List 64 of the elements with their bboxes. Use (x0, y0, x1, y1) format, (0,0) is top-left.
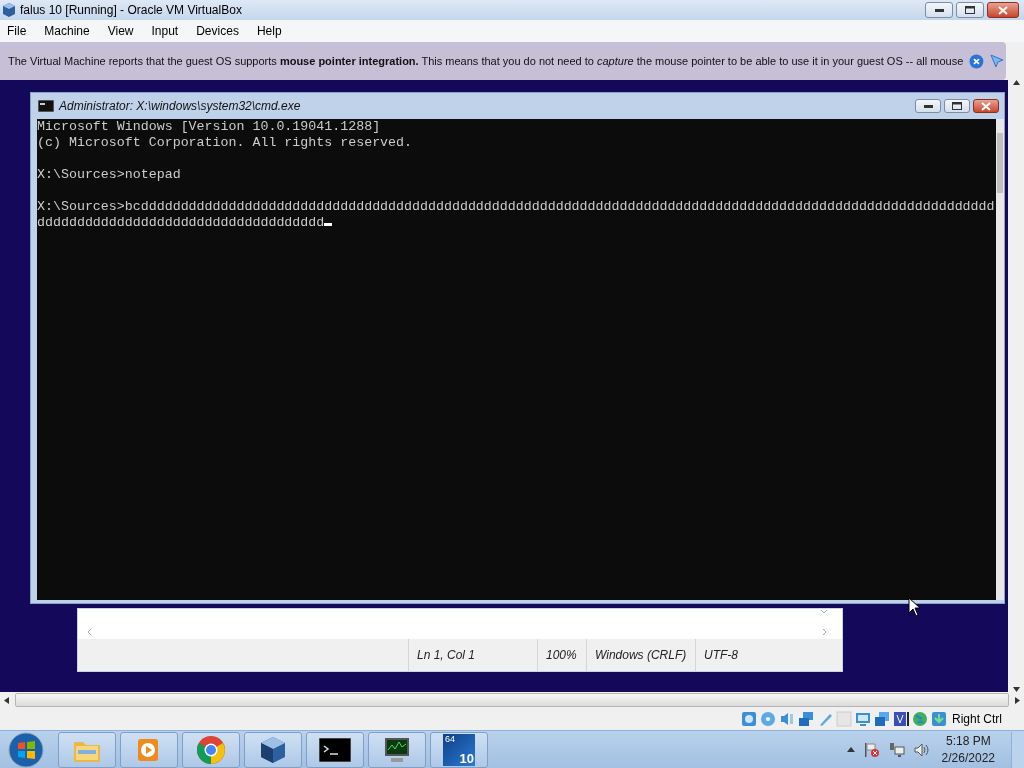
taskbar-button[interactable] (306, 731, 364, 768)
globe-icon[interactable] (912, 711, 928, 727)
menu-item[interactable]: View (102, 22, 139, 40)
icon-label: 64 (445, 733, 455, 744)
taskbar-button[interactable] (368, 731, 426, 768)
status-text: UTF-8 (704, 648, 738, 662)
speaker-icon[interactable] (913, 741, 930, 758)
minimize-button[interactable] (915, 99, 941, 113)
arrow-right-icon[interactable] (1015, 696, 1020, 704)
console-line: X:\Sources>bcddddddddddddddddddddddddddddddddddddddddddddddddddddddddddddddddddddddddddddddddddddddddddddddddddddddddddddddddddddddddddddddddddddddddddddddd (37, 199, 995, 231)
minimize-icon (934, 8, 944, 12)
menu-item[interactable]: File (2, 22, 32, 40)
cube-icon (259, 734, 287, 765)
status-text: Ln 1, Col 1 (417, 648, 476, 662)
maximize-icon (952, 102, 962, 110)
close-button[interactable] (987, 2, 1019, 18)
cube-icon (1, 2, 17, 18)
terminal-icon (38, 100, 54, 112)
arrow-left-icon[interactable] (4, 696, 9, 704)
network-icon[interactable] (798, 711, 814, 727)
browser-icon (196, 734, 226, 765)
clock-date: 2/26/2022 (941, 749, 995, 767)
console-line: (c) Microsoft Corporation. All rights reserved. (37, 135, 414, 151)
close-button[interactable] (973, 99, 999, 113)
start-button[interactable] (8, 731, 44, 768)
scrollbar[interactable] (996, 119, 1004, 600)
minimize-icon (923, 104, 933, 108)
windows-icon[interactable] (874, 711, 890, 727)
maximize-button[interactable] (944, 99, 970, 113)
maximize-button[interactable] (956, 2, 984, 18)
menu-item[interactable]: Devices (191, 22, 244, 40)
close-icon (981, 101, 991, 111)
host-key-label: Right Ctrl (952, 712, 1002, 726)
download-icon[interactable] (931, 711, 947, 727)
console-line: Microsoft Windows [Version 10.0.19041.1288] (37, 119, 382, 135)
window-title: falus 10 [Running] - Oracle VM VirtualBox (20, 3, 243, 17)
maximize-icon (965, 6, 975, 14)
taskbar-button[interactable]: 64 10 (430, 731, 488, 768)
close-icon (998, 5, 1008, 15)
network-icon[interactable] (888, 741, 905, 758)
status-text: 100% (546, 648, 577, 662)
terminal-icon (319, 737, 351, 762)
menu-item[interactable]: Input (146, 22, 184, 40)
arrow-up-icon[interactable] (1012, 80, 1020, 85)
taskbar-button[interactable] (244, 731, 302, 768)
menu-item[interactable]: Machine (39, 22, 95, 40)
chevron-up-icon[interactable] (846, 747, 855, 752)
menu-item[interactable]: Help (251, 22, 287, 40)
window-title: Administrator: X:\windows\system32\cmd.exe (59, 99, 302, 113)
console-line: X:\Sources>notepad (37, 167, 182, 183)
notification-text: The Virtual Machine reports that the guest OS supports mouse pointer integration. This means that you do not need to capture the mouse pointer to be able to use it in your guest OS -- all mouse (8, 55, 964, 67)
display-icon[interactable] (855, 711, 871, 727)
arrow-down-icon[interactable] (1012, 687, 1020, 692)
audio-icon[interactable] (779, 711, 795, 727)
virtualization-icon[interactable] (893, 711, 909, 727)
status-text: Windows (CRLF) (595, 648, 687, 662)
minimize-button[interactable] (925, 2, 953, 18)
flag-icon[interactable] (863, 741, 880, 758)
mouse-integration-icon (990, 53, 1006, 69)
monitor-icon (382, 735, 412, 764)
icon-label: 10 (459, 750, 474, 766)
close-icon[interactable] (969, 53, 985, 69)
text-cursor (324, 223, 333, 226)
clock-time: 5:18 PM (945, 732, 991, 750)
